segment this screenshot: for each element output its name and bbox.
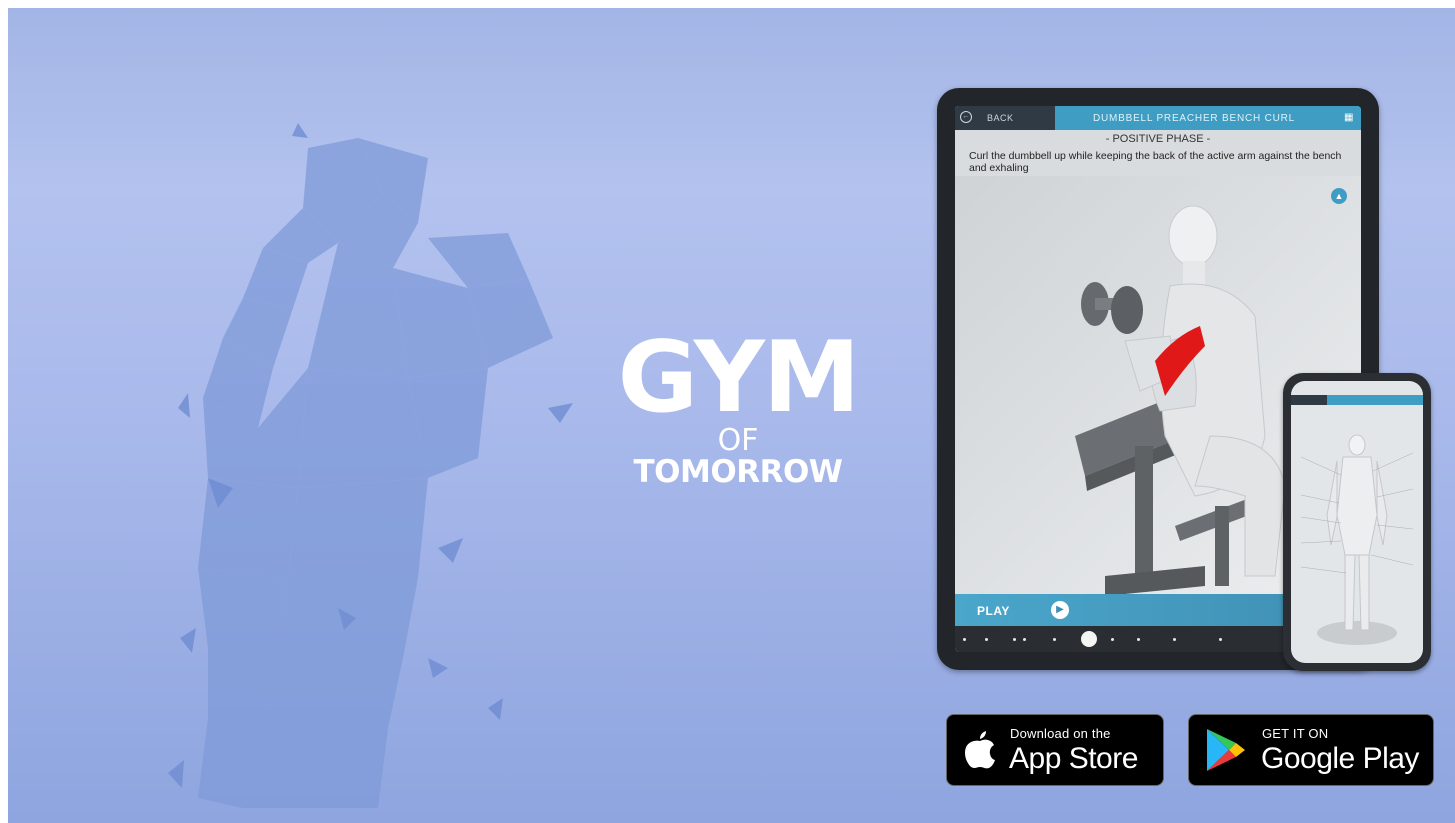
phase-label: - POSITIVE PHASE - bbox=[1105, 133, 1211, 145]
timeline-dot bbox=[1137, 638, 1140, 641]
timeline-dot bbox=[985, 638, 988, 641]
top-nav-bar: ← BACK DUMBBELL PREACHER BENCH CURL ▦ bbox=[955, 106, 1361, 130]
timeline-dot bbox=[1013, 638, 1016, 641]
apple-logo-icon bbox=[965, 731, 995, 769]
google-play-badge[interactable]: GET IT ON Google Play bbox=[1188, 714, 1434, 786]
gym-of-tomorrow-logo: GYM OF TOMORROW bbox=[608, 321, 868, 490]
back-button-label: BACK bbox=[987, 113, 1014, 123]
timeline-dot bbox=[1219, 638, 1222, 641]
logo-tomorrow-text: TOMORROW bbox=[633, 454, 844, 490]
timeline-dot bbox=[1111, 638, 1114, 641]
logo-gym-text: GYM bbox=[617, 321, 861, 435]
flexing-bodybuilder-silhouette bbox=[168, 123, 573, 808]
app-store-small-text: Download on the bbox=[1010, 726, 1111, 741]
exercise-title: DUMBBELL PREACHER BENCH CURL bbox=[1092, 113, 1296, 124]
exercise-description: Curl the dumbbell up while keeping the b… bbox=[969, 150, 1342, 174]
timeline-dot bbox=[1023, 638, 1026, 641]
back-circle-icon: ← bbox=[960, 111, 972, 123]
phone-screen bbox=[1291, 381, 1423, 663]
chevron-up-icon[interactable]: ▲ bbox=[1331, 188, 1347, 204]
timeline-handle[interactable] bbox=[1081, 631, 1097, 647]
google-play-logo-icon bbox=[1207, 729, 1245, 771]
timeline-dot bbox=[1053, 638, 1056, 641]
muscle-body-model bbox=[1300, 434, 1414, 645]
google-play-big-text: Google Play bbox=[1261, 742, 1419, 775]
phone-mockup bbox=[1283, 373, 1431, 671]
timeline-dot bbox=[1173, 638, 1176, 641]
google-play-small-text: GET IT ON bbox=[1262, 726, 1329, 741]
app-store-big-text: App Store bbox=[1009, 742, 1138, 775]
play-label: PLAY bbox=[977, 604, 1010, 618]
phone-top-bar bbox=[1291, 395, 1423, 405]
back-button[interactable]: ← BACK bbox=[955, 106, 1055, 130]
timeline-dot bbox=[963, 638, 966, 641]
app-store-badge[interactable]: Download on the App Store bbox=[946, 714, 1164, 786]
grid-icon[interactable]: ▦ bbox=[1344, 112, 1355, 123]
play-icon[interactable]: ▶ bbox=[1051, 601, 1069, 619]
